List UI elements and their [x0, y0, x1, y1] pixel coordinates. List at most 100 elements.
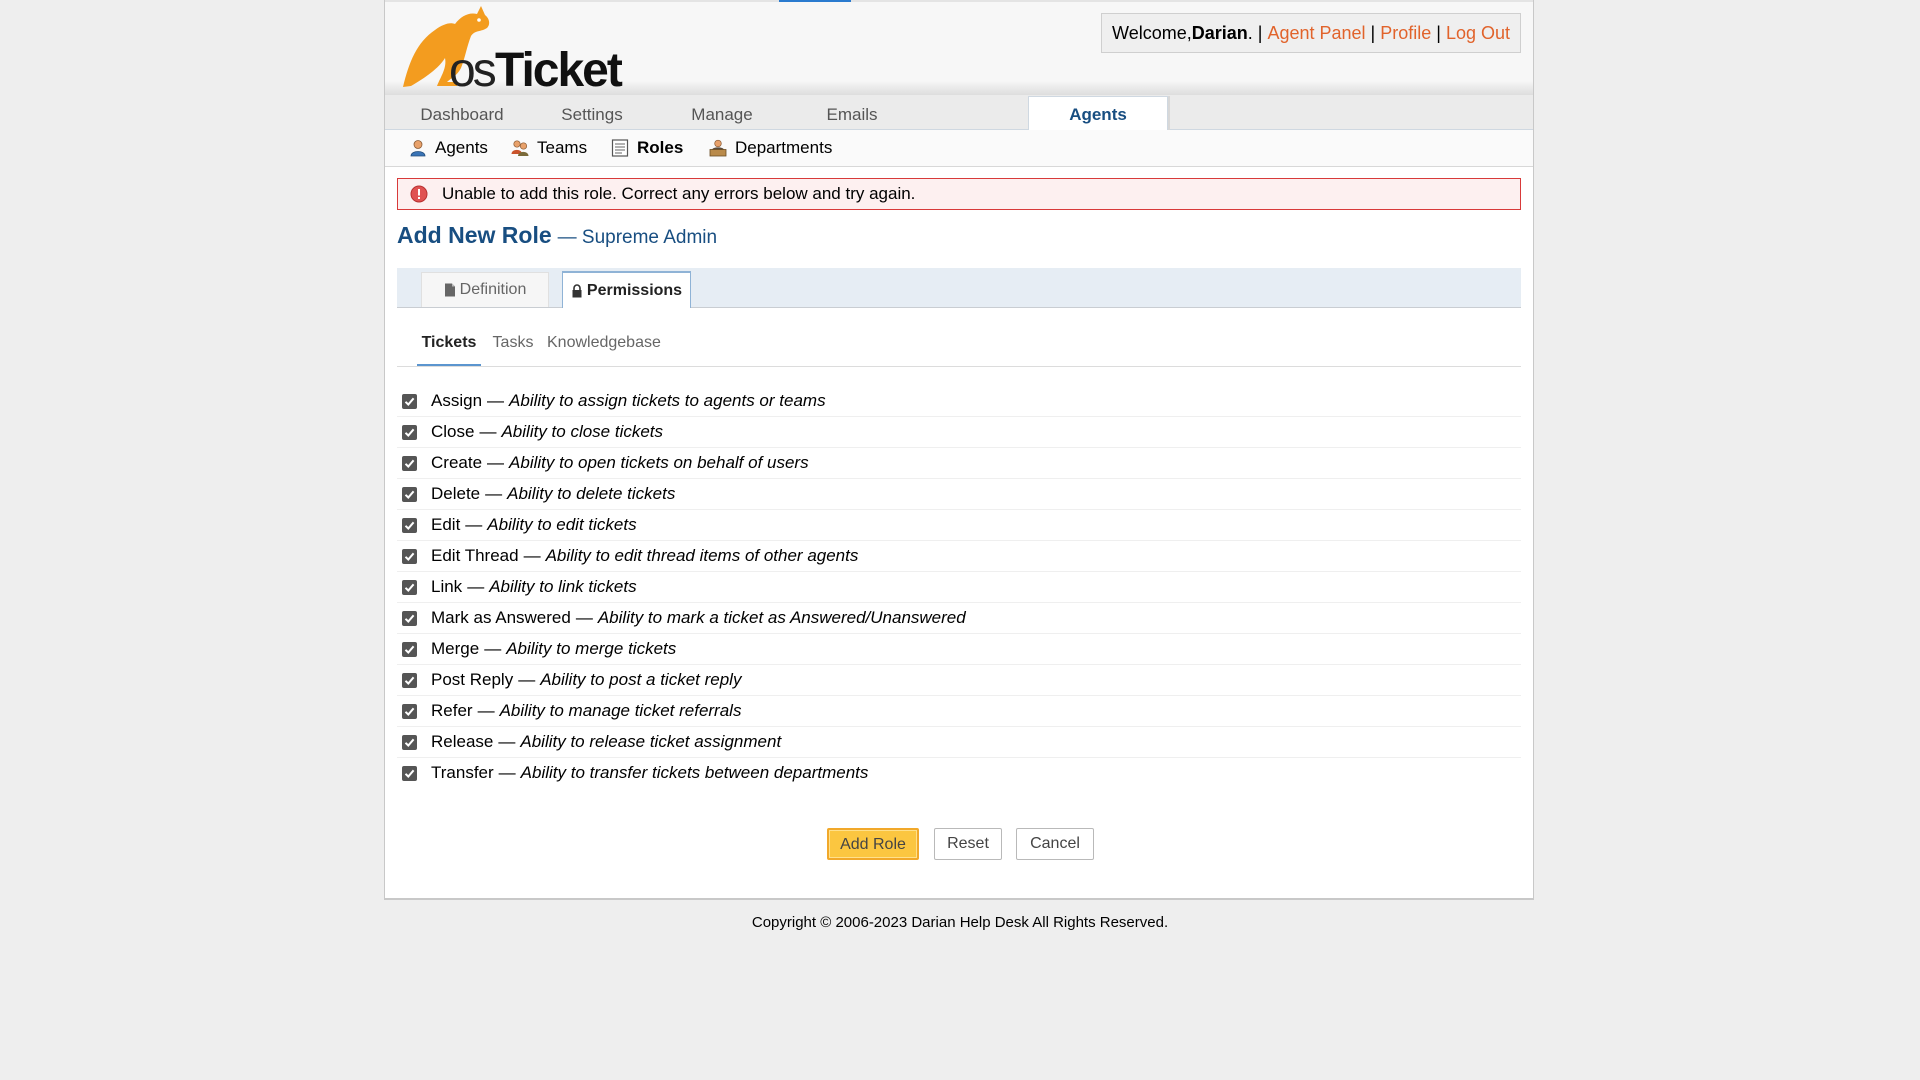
permission-row: Mark as Answered — Ability to mark a ticke…	[397, 603, 1521, 634]
permission-category-tabs: Tickets Tasks Knowledgebase	[397, 326, 1521, 367]
subnav-label: Roles	[637, 138, 684, 157]
tab-tickets[interactable]: Tickets	[417, 326, 481, 366]
subnav-label: Teams	[537, 138, 588, 157]
lock-icon	[572, 283, 582, 297]
permission-checkbox[interactable]	[402, 517, 417, 533]
permission-description: Ability to transfer tickets between depa…	[520, 763, 869, 782]
permission-checkbox[interactable]	[402, 486, 417, 502]
permission-separator: —	[479, 422, 497, 441]
permission-description: Ability to merge tickets	[506, 639, 677, 658]
permission-separator: —	[518, 670, 536, 689]
tab-tasks[interactable]: Tasks	[489, 326, 537, 364]
permission-checkbox[interactable]	[402, 424, 417, 440]
permission-name: Delete	[431, 484, 481, 503]
permission-row: Delete — Ability to delete tickets	[397, 479, 1521, 510]
tab-permissions[interactable]: Permissions	[562, 272, 691, 308]
header: os Ticket Welcome, Darian . | Agent Pane…	[385, 0, 1533, 95]
subnav-item-teams[interactable]: Teams	[511, 130, 587, 166]
subnav-label: Agents	[435, 138, 488, 157]
departments-icon	[709, 139, 727, 157]
permission-separator: —	[484, 639, 502, 658]
main-nav: Dashboard Settings Manage Emails Agents	[385, 95, 1533, 132]
permission-name: Edit	[431, 515, 461, 534]
tab-emails[interactable]: Emails	[787, 100, 917, 129]
permission-description: Ability to close tickets	[501, 422, 664, 441]
form-buttons: Add Role Reset Cancel	[385, 828, 1533, 860]
permission-name: Mark as Answered	[431, 608, 571, 627]
logout-link[interactable]: Log Out	[1446, 23, 1510, 44]
profile-link[interactable]: Profile	[1380, 23, 1431, 44]
subnav-item-agents[interactable]: Agents	[409, 130, 488, 166]
permission-checkbox[interactable]	[402, 548, 417, 564]
page-subtitle: — Supreme Admin	[557, 227, 718, 248]
logo-ticket-text: Ticket	[495, 44, 623, 90]
sub-nav: Agents Teams Roles Departments	[385, 130, 1533, 167]
permission-checkbox[interactable]	[402, 455, 417, 471]
tab-settings[interactable]: Settings	[527, 100, 657, 129]
permission-row: Edit — Ability to edit tickets	[397, 510, 1521, 541]
permission-name: Assign	[431, 391, 483, 410]
footer-copyright: Copyright © 2006-2023 Darian Help Desk A…	[751, 914, 1169, 931]
permission-checkbox[interactable]	[402, 672, 417, 688]
permission-row: Link — Ability to link tickets	[397, 572, 1521, 603]
permission-checkbox[interactable]	[402, 579, 417, 595]
permission-name: Release	[431, 732, 494, 751]
permission-name: Edit Thread	[431, 546, 519, 565]
permission-checkbox[interactable]	[402, 641, 417, 657]
permission-description: Ability to link tickets	[489, 577, 637, 596]
permission-row: Post Reply — Ability to post a ticket repl…	[397, 665, 1521, 696]
separator: |	[1370, 22, 1376, 43]
permission-checkbox[interactable]	[402, 703, 417, 719]
permission-checkbox[interactable]	[402, 765, 417, 781]
permission-name: Link	[431, 577, 463, 596]
permission-row: Create — Ability to open tickets on behalf…	[397, 448, 1521, 479]
permission-description: Ability to edit tickets	[487, 515, 637, 534]
permission-name: Merge	[431, 639, 480, 658]
permission-checkbox[interactable]	[402, 734, 417, 750]
permission-checkbox[interactable]	[402, 393, 417, 409]
user-info: Welcome, Darian . | Agent Panel | Profil…	[1101, 13, 1521, 53]
permission-separator: —	[467, 577, 485, 596]
permission-name: Refer	[431, 701, 473, 720]
tab-definition[interactable]: Definition	[421, 272, 549, 307]
permission-row: Release — Ability to release ticket assign…	[397, 727, 1521, 758]
osticket-logo[interactable]: os Ticket	[395, 2, 635, 90]
permission-separator: —	[485, 484, 503, 503]
subnav-item-roles[interactable]: Roles	[611, 130, 683, 166]
permission-description: Ability to delete tickets	[507, 484, 676, 503]
permission-description: Ability to edit thread items of other ag…	[545, 546, 859, 565]
reset-button[interactable]: Reset	[934, 828, 1002, 860]
tab-manage[interactable]: Manage	[657, 100, 787, 129]
permission-separator: —	[523, 546, 541, 565]
error-message: Unable to add this role. Correct any err…	[442, 184, 916, 203]
tab-dashboard[interactable]: Dashboard	[397, 100, 527, 129]
welcome-suffix: .	[1247, 22, 1253, 43]
permission-description: Ability to open tickets on behalf of use…	[509, 453, 809, 472]
tab-agents[interactable]: Agents	[1028, 96, 1168, 132]
form-tabs: Definition Permissions	[397, 268, 1521, 308]
add-role-button[interactable]: Add Role	[827, 828, 919, 860]
document-icon	[444, 283, 455, 297]
permission-description: Ability to mark a ticket as Answered/Una…	[597, 608, 966, 627]
tab-knowledgebase[interactable]: Knowledgebase	[547, 326, 661, 364]
permission-name: Create	[431, 453, 483, 472]
permission-description: Ability to manage ticket referrals	[499, 701, 742, 720]
permission-row: Refer — Ability to manage ticket referrals	[397, 696, 1521, 727]
welcome-prefix: Welcome,	[1112, 22, 1192, 43]
permission-row: Edit Thread — Ability to edit thread items…	[397, 541, 1521, 572]
separator: |	[1257, 22, 1263, 43]
permission-list: Assign — Ability to assign tickets to agen…	[397, 386, 1521, 788]
permission-row: Assign — Ability to assign tickets to agen…	[397, 386, 1521, 417]
separator: |	[1436, 22, 1441, 43]
permission-checkbox[interactable]	[402, 610, 417, 626]
user-name: Darian	[1191, 22, 1248, 43]
agent-panel-link[interactable]: Agent Panel	[1267, 23, 1365, 44]
permission-separator: —	[487, 453, 505, 472]
page-title: Add New Role — Supreme Admin	[397, 222, 717, 249]
permission-description: Ability to release ticket assignment	[520, 732, 782, 751]
subnav-item-departments[interactable]: Departments	[709, 130, 832, 166]
permission-description: Ability to post a ticket reply	[540, 670, 742, 689]
permission-separator: —	[477, 701, 495, 720]
cancel-button[interactable]: Cancel	[1016, 828, 1094, 860]
permission-separator: —	[575, 608, 593, 627]
